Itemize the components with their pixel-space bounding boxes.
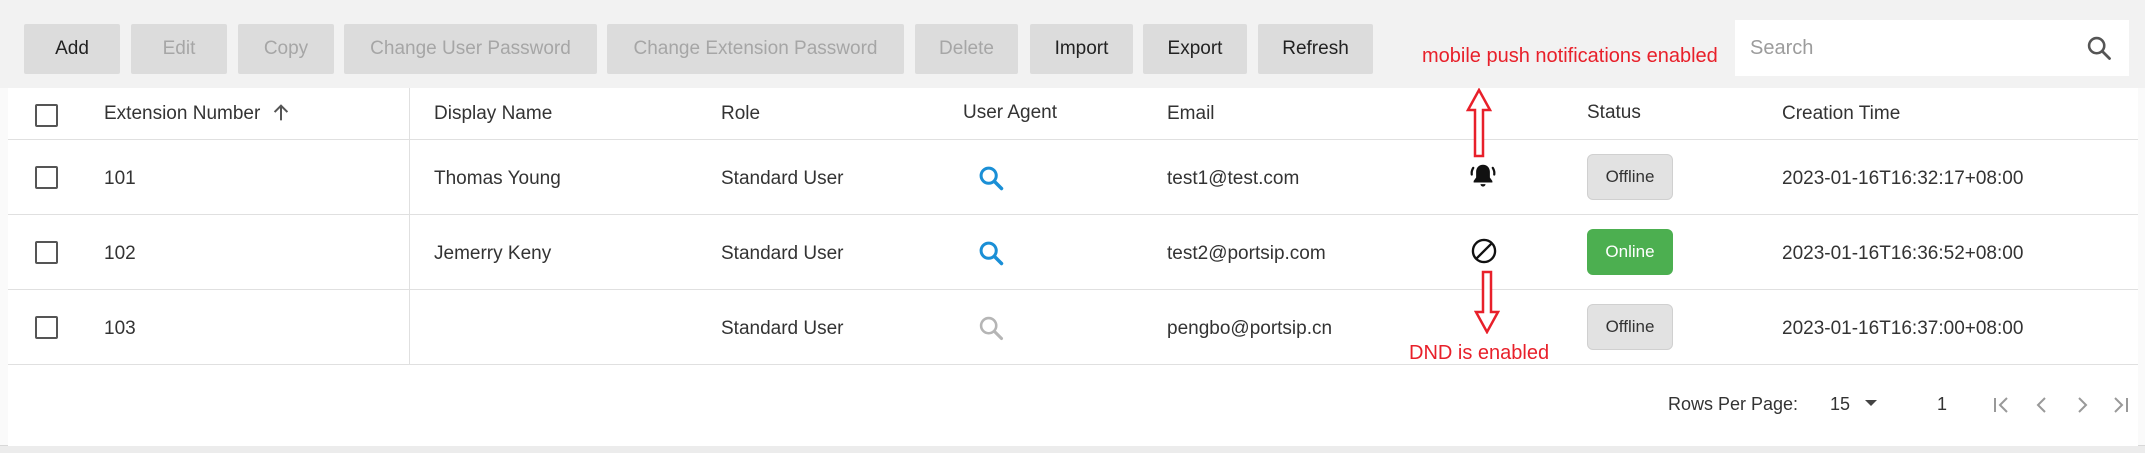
table-row[interactable]: 103 Standard User pengbo@portsip.cn Offl… bbox=[8, 290, 2138, 365]
arrow-down-annotation-icon bbox=[1473, 270, 1501, 339]
role: Standard User bbox=[721, 168, 844, 189]
rows-per-page-label: Rows Per Page: bbox=[1668, 394, 1799, 414]
previous-page-icon[interactable] bbox=[2030, 393, 2054, 422]
header-user-agent[interactable]: User Agent bbox=[963, 102, 1057, 124]
dnd-annotation: DND is enabled bbox=[1409, 342, 1550, 364]
refresh-button[interactable]: Refresh bbox=[1258, 24, 1373, 74]
page-number: 1 bbox=[1937, 394, 1948, 414]
pagination: Rows Per Page: 15 1 bbox=[8, 365, 2138, 446]
table-row[interactable]: 101 Thomas Young Standard User test1@tes… bbox=[8, 140, 2138, 215]
role: Standard User bbox=[721, 318, 844, 339]
header-status[interactable]: Status bbox=[1587, 102, 1641, 124]
import-button[interactable]: Import bbox=[1030, 24, 1133, 74]
toolbar: Add Edit Copy Change User Password Chang… bbox=[0, 0, 2145, 88]
chevron-down-icon[interactable] bbox=[1863, 395, 1879, 416]
header-role[interactable]: Role bbox=[721, 103, 760, 125]
first-page-icon[interactable] bbox=[1990, 393, 2014, 422]
row-checkbox[interactable] bbox=[35, 316, 58, 339]
creation-time: 2023-01-16T16:36:52+08:00 bbox=[1782, 243, 2024, 264]
user-agent-search-icon[interactable] bbox=[977, 164, 1005, 197]
push-notification-annotation: mobile push notifications enabled bbox=[1422, 45, 1718, 67]
do-not-disturb-icon bbox=[1470, 237, 1498, 270]
header-email[interactable]: Email bbox=[1167, 103, 1215, 125]
search-input[interactable] bbox=[1750, 28, 2080, 68]
select-all-checkbox[interactable] bbox=[35, 104, 58, 127]
last-page-icon[interactable] bbox=[2108, 393, 2132, 422]
export-button[interactable]: Export bbox=[1143, 24, 1247, 74]
row-checkbox[interactable] bbox=[35, 166, 58, 189]
status-badge: Online bbox=[1587, 229, 1673, 275]
display-name: Jemerry Keny bbox=[434, 243, 552, 264]
edit-button[interactable]: Edit bbox=[131, 24, 227, 74]
extensions-table: Extension Number Display Name Role User … bbox=[8, 88, 2138, 446]
extension-number: 102 bbox=[104, 243, 136, 264]
change-user-password-button[interactable]: Change User Password bbox=[344, 24, 597, 74]
status-badge: Offline bbox=[1587, 304, 1673, 350]
header-display-name[interactable]: Display Name bbox=[434, 103, 552, 125]
row-checkbox[interactable] bbox=[35, 241, 58, 264]
table-header: Extension Number Display Name Role User … bbox=[8, 88, 2138, 140]
search-icon[interactable] bbox=[2085, 34, 2113, 67]
role: Standard User bbox=[721, 243, 844, 264]
display-name: Thomas Young bbox=[434, 168, 561, 189]
extension-number: 103 bbox=[104, 318, 136, 339]
header-extension-number[interactable]: Extension Number bbox=[104, 103, 260, 125]
extension-number: 101 bbox=[104, 168, 136, 189]
user-agent-search-icon[interactable] bbox=[977, 314, 1005, 347]
status-badge: Offline bbox=[1587, 154, 1673, 200]
email: test1@test.com bbox=[1167, 168, 1300, 189]
table-row[interactable]: 102 Jemerry Keny Standard User test2@por… bbox=[8, 215, 2138, 290]
creation-time: 2023-01-16T16:32:17+08:00 bbox=[1782, 168, 2024, 189]
change-extension-password-button[interactable]: Change Extension Password bbox=[607, 24, 904, 74]
search-box bbox=[1735, 20, 2129, 76]
copy-button[interactable]: Copy bbox=[238, 24, 334, 74]
rows-per-page-value[interactable]: 15 bbox=[1830, 394, 1850, 415]
sort-arrow-up-icon[interactable] bbox=[270, 102, 292, 129]
header-creation-time[interactable]: Creation Time bbox=[1782, 103, 1900, 125]
email: pengbo@portsip.cn bbox=[1167, 318, 1333, 339]
next-page-icon[interactable] bbox=[2070, 393, 2094, 422]
delete-button[interactable]: Delete bbox=[915, 24, 1018, 74]
add-button[interactable]: Add bbox=[24, 24, 120, 74]
creation-time: 2023-01-16T16:37:00+08:00 bbox=[1782, 318, 2024, 339]
extensions-panel: Add Edit Copy Change User Password Chang… bbox=[0, 0, 2145, 446]
arrow-up-annotation-icon bbox=[1465, 87, 1493, 163]
bell-icon bbox=[1468, 161, 1498, 196]
email: test2@portsip.com bbox=[1167, 243, 1326, 264]
user-agent-search-icon[interactable] bbox=[977, 239, 1005, 272]
